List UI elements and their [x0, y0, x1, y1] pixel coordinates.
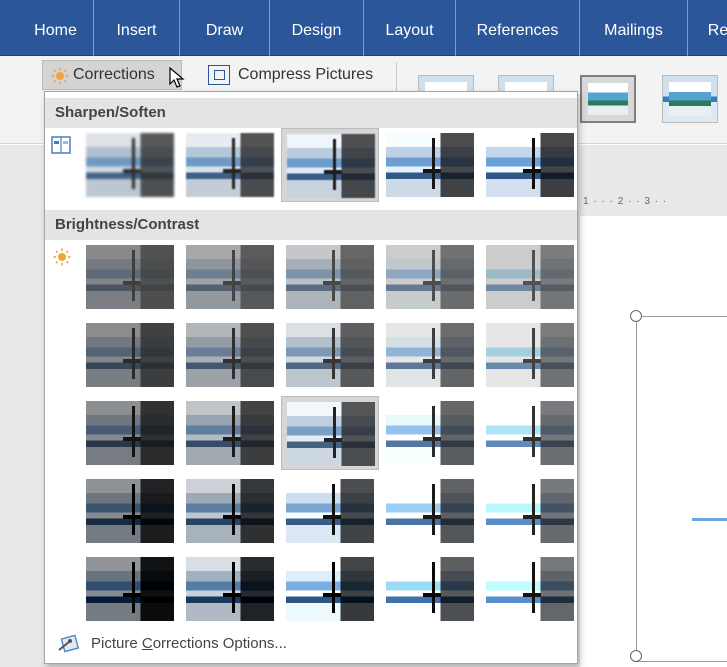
correction-preview-image [86, 479, 174, 543]
correction-thumbnail[interactable] [381, 128, 479, 202]
correction-preview-image [287, 134, 375, 198]
corrections-gallery: Sharpen/Soften Brightness/Contrast Pictu… [44, 91, 578, 664]
correction-thumbnail[interactable] [381, 552, 479, 626]
tab-review-partial[interactable]: Re [688, 0, 727, 56]
tab-mailings[interactable]: Mailings [580, 0, 688, 56]
picture-style-option-selected[interactable] [580, 75, 636, 123]
correction-thumbnail[interactable] [181, 396, 279, 470]
correction-thumbnail[interactable] [481, 552, 579, 626]
correction-thumbnail[interactable] [81, 318, 179, 392]
correction-preview-image [186, 133, 274, 197]
correction-preview-image [286, 323, 374, 387]
correction-preview-image [186, 401, 274, 465]
corrections-button[interactable]: Corrections [42, 60, 185, 90]
compress-pictures-button[interactable]: Compress Pictures [206, 60, 373, 90]
correction-preview-image [486, 479, 574, 543]
resize-handle-bottom-left[interactable] [630, 650, 642, 662]
correction-preview-image [86, 323, 174, 387]
correction-thumbnail[interactable] [281, 240, 379, 314]
correction-preview-image [186, 557, 274, 621]
correction-thumbnail[interactable] [81, 240, 179, 314]
tab-layout[interactable]: Layout [364, 0, 456, 56]
correction-preview-image [286, 479, 374, 543]
compress-pictures-icon [208, 65, 230, 85]
correction-thumbnail[interactable] [281, 318, 379, 392]
correction-thumbnail-selected[interactable] [281, 128, 379, 202]
correction-thumbnail-selected[interactable] [281, 396, 379, 470]
correction-preview-image [386, 557, 474, 621]
correction-preview-image [186, 479, 274, 543]
section-header-sharpen-soften: Sharpen/Soften [45, 98, 577, 128]
correction-preview-image [186, 323, 274, 387]
ribbon-tab-bar: Home Insert Draw Design Layout Reference… [0, 0, 727, 56]
brightness-sun-icon [53, 248, 71, 266]
correction-preview-image [486, 133, 574, 197]
correction-thumbnail[interactable] [481, 318, 579, 392]
selected-picture-frame[interactable] [636, 316, 727, 662]
correction-thumbnail[interactable] [81, 474, 179, 548]
correction-preview-image [386, 323, 474, 387]
correction-thumbnail[interactable] [381, 396, 479, 470]
correction-thumbnail[interactable] [381, 240, 479, 314]
picture-corrections-icon [58, 634, 80, 653]
compress-pictures-label: Compress Pictures [238, 66, 374, 83]
correction-thumbnail[interactable] [81, 128, 179, 202]
correction-preview-image [386, 401, 474, 465]
correction-preview-image [287, 402, 375, 466]
horizontal-ruler: · 1 · · · 2 · · 3 · · [575, 196, 668, 207]
correction-thumbnail[interactable] [181, 318, 279, 392]
picture-corrections-options-label: Picture Corrections Options... [91, 635, 287, 652]
correction-thumbnail[interactable] [281, 552, 379, 626]
correction-thumbnail[interactable] [281, 474, 379, 548]
tab-design[interactable]: Design [270, 0, 364, 56]
tab-insert[interactable]: Insert [94, 0, 180, 56]
correction-preview-image [486, 323, 574, 387]
correction-preview-image [486, 557, 574, 621]
correction-preview-image [386, 245, 474, 309]
mouse-pointer-icon [169, 67, 185, 88]
correction-thumbnail[interactable] [381, 474, 479, 548]
section-header-brightness-contrast: Brightness/Contrast [45, 210, 577, 240]
corrections-label: Corrections [73, 66, 155, 83]
correction-preview-image [486, 401, 574, 465]
sharpen-icon [51, 136, 71, 154]
correction-preview-image [486, 245, 574, 309]
correction-preview-image [86, 557, 174, 621]
correction-thumbnail[interactable] [481, 474, 579, 548]
correction-thumbnail[interactable] [181, 128, 279, 202]
correction-preview-image [386, 479, 474, 543]
correction-thumbnail[interactable] [181, 240, 279, 314]
picture-style-option[interactable] [662, 75, 718, 123]
picture-corrections-options-link[interactable]: Picture Corrections Options... [45, 624, 577, 664]
correction-preview-image [186, 245, 274, 309]
correction-thumbnail[interactable] [181, 552, 279, 626]
sun-icon [51, 67, 69, 85]
resize-handle-top-left[interactable] [630, 310, 642, 322]
correction-preview-image [286, 557, 374, 621]
correction-preview-image [86, 245, 174, 309]
correction-thumbnail[interactable] [481, 396, 579, 470]
correction-preview-image [86, 401, 174, 465]
picture-detail [692, 518, 727, 521]
correction-preview-image [386, 133, 474, 197]
correction-preview-image [286, 245, 374, 309]
correction-thumbnail[interactable] [81, 396, 179, 470]
correction-thumbnail[interactable] [81, 552, 179, 626]
correction-thumbnail[interactable] [481, 128, 579, 202]
tab-references[interactable]: References [456, 0, 580, 56]
tab-draw[interactable]: Draw [180, 0, 270, 56]
correction-preview-image [86, 133, 174, 197]
tab-home[interactable]: Home [18, 0, 94, 56]
correction-thumbnail[interactable] [481, 240, 579, 314]
correction-thumbnail[interactable] [181, 474, 279, 548]
correction-thumbnail[interactable] [381, 318, 479, 392]
